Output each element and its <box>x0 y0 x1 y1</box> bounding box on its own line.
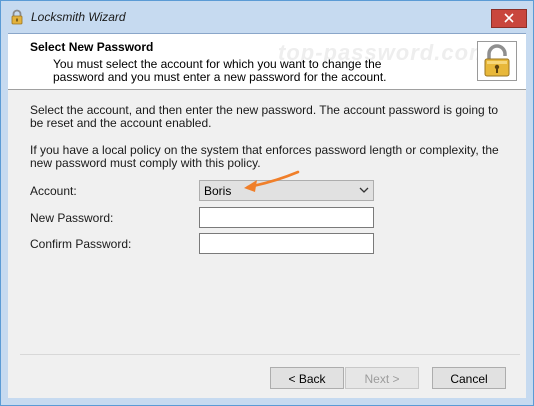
confirm-password-label: Confirm Password: <box>30 237 132 251</box>
wizard-client-area: top-password.com Select New Password You… <box>8 33 526 398</box>
chevron-down-icon <box>359 187 369 193</box>
header-icon-frame <box>477 41 517 81</box>
close-icon <box>504 13 514 23</box>
page-description: You must select the account for which yo… <box>53 57 387 84</box>
new-password-label: New Password: <box>30 211 114 225</box>
policy-text: If you have a local policy on the system… <box>30 143 499 170</box>
padlock-icon <box>11 9 23 25</box>
account-select-value: Boris <box>204 184 232 198</box>
cancel-button[interactable]: Cancel <box>432 367 506 389</box>
window-title: Locksmith Wizard <box>31 10 126 24</box>
confirm-password-field[interactable] <box>199 233 374 254</box>
account-label: Account: <box>30 184 77 198</box>
wizard-window: Locksmith Wizard top-password.com Select… <box>0 0 534 406</box>
back-button[interactable]: < Back <box>270 367 344 389</box>
next-button[interactable]: Next > <box>345 367 419 389</box>
new-password-field[interactable] <box>199 207 374 228</box>
instructions-text: Select the account, and then enter the n… <box>30 103 499 130</box>
page-title: Select New Password <box>30 40 154 54</box>
wizard-header: top-password.com Select New Password You… <box>8 34 526 90</box>
footer-divider <box>20 354 520 355</box>
padlock-icon <box>484 44 510 77</box>
account-select[interactable]: Boris <box>199 180 374 201</box>
close-button[interactable] <box>491 9 527 28</box>
title-bar[interactable]: Locksmith Wizard <box>1 1 533 33</box>
